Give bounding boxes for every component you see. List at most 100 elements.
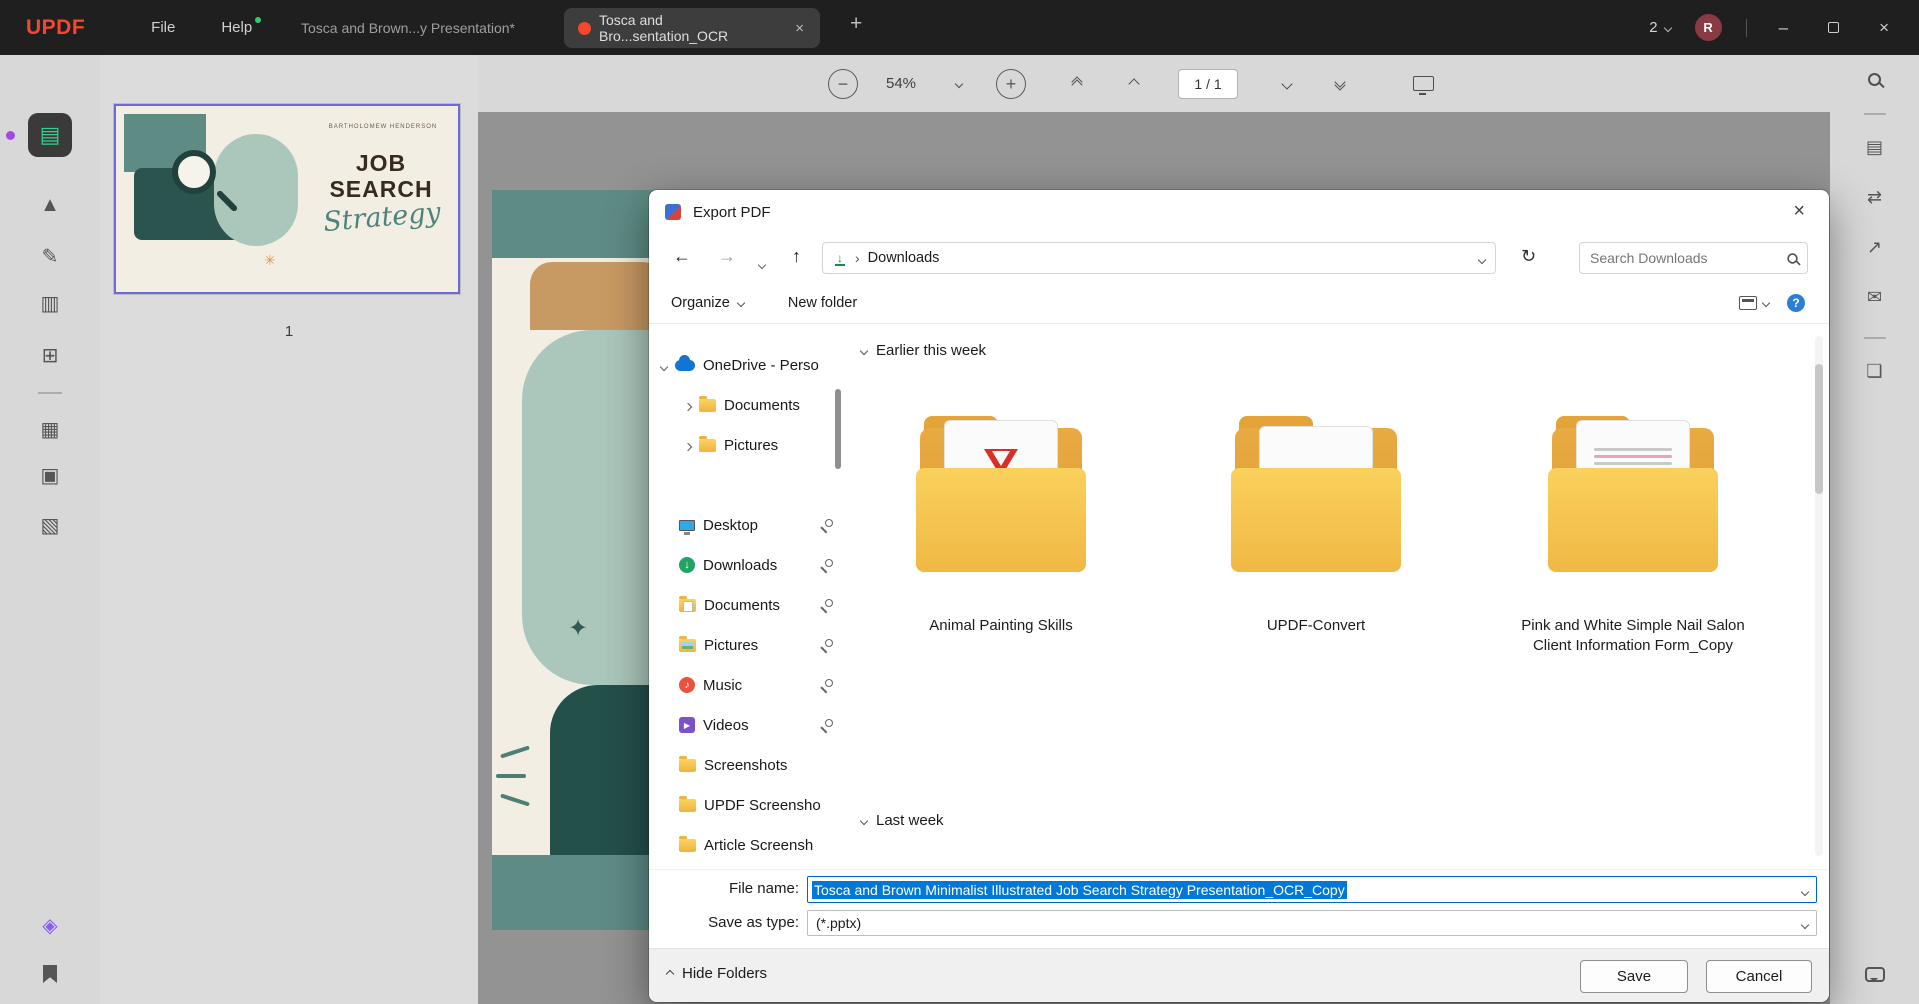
scrollbar-thumb[interactable] xyxy=(1815,364,1823,494)
pointer-tool[interactable]: ▲ xyxy=(0,194,100,217)
sidebar-item-downloads[interactable]: ↓ Downloads xyxy=(649,545,839,585)
first-page-button[interactable] xyxy=(1071,55,1083,112)
address-bar[interactable]: ↓ › Downloads xyxy=(822,242,1496,274)
previous-page-button[interactable] xyxy=(1128,55,1140,112)
selected-filename-text: Tosca and Brown Minimalist Illustrated J… xyxy=(812,880,1347,899)
sidebar-item-article-screenshots[interactable]: Article Screensh xyxy=(649,825,839,865)
page-edit-tool[interactable]: ▦ xyxy=(0,417,100,442)
mail-tool[interactable]: ✉ xyxy=(1830,287,1919,308)
new-tab-button[interactable]: + xyxy=(842,12,870,36)
tab-close-icon[interactable]: × xyxy=(793,20,806,37)
chevron-down-icon xyxy=(736,298,746,307)
folder-name: Animal Painting Skills xyxy=(929,617,1073,634)
monitor-icon xyxy=(1413,76,1434,95)
onedrive-icon xyxy=(675,354,695,371)
minimize-button[interactable]: – xyxy=(1771,18,1796,38)
folder-tile-animal-painting[interactable]: Animal Painting Skills xyxy=(861,408,1141,636)
last-page-button[interactable] xyxy=(1334,55,1346,112)
chevron-down-icon[interactable] xyxy=(659,357,669,374)
chevron-right-icon[interactable] xyxy=(683,397,693,414)
desktop-icon xyxy=(679,519,695,535)
close-button[interactable]: × xyxy=(1871,18,1897,38)
sidebar-item-documents[interactable]: Documents xyxy=(649,385,839,425)
chevron-right-icon[interactable] xyxy=(683,437,693,454)
page-indicator[interactable]: 1 / 1 xyxy=(1178,68,1238,99)
view-mode-button[interactable] xyxy=(1739,295,1771,310)
search-box[interactable] xyxy=(1579,242,1808,274)
organize-button[interactable]: Organize xyxy=(661,289,754,317)
recent-locations-dropdown[interactable] xyxy=(757,252,767,273)
tab-presentation-ocr[interactable]: Tosca and Bro...sentation_OCR × xyxy=(564,8,820,48)
up-button[interactable]: ↑ xyxy=(792,246,801,267)
bookmarks-tool[interactable] xyxy=(0,965,100,983)
search-tool[interactable] xyxy=(1830,73,1919,86)
ocr-tool[interactable]: ▤ xyxy=(1830,137,1919,158)
chevron-down-icon[interactable] xyxy=(1800,882,1810,898)
folder-tile-nail-salon-form[interactable]: Pink and White Simple Nail Salon Client … xyxy=(1493,408,1773,656)
sidebar-item-documents-quick[interactable]: Documents xyxy=(649,585,839,625)
dialog-close-button[interactable]: × xyxy=(1787,200,1811,223)
file-name-input[interactable]: Tosca and Brown Minimalist Illustrated J… xyxy=(807,876,1817,903)
annotate-tool[interactable]: ✎ xyxy=(0,244,100,269)
zoom-dropdown-icon[interactable] xyxy=(954,79,964,88)
layers-tool[interactable]: ◈ xyxy=(0,913,100,938)
share-tool[interactable]: ↗ xyxy=(1830,237,1919,258)
sidebar-item-desktop[interactable]: Desktop xyxy=(649,505,839,545)
maximize-button[interactable] xyxy=(1820,22,1847,33)
folder-tile-updf-convert[interactable]: UPDF-Convert xyxy=(1176,408,1456,636)
chevron-up-icon xyxy=(665,969,675,978)
group-header-lastweek[interactable]: Last week xyxy=(859,812,944,829)
breadcrumb-location[interactable]: Downloads xyxy=(868,250,940,266)
address-dropdown-icon[interactable] xyxy=(1477,250,1487,267)
file-list-scrollbar[interactable] xyxy=(1815,336,1823,856)
chevron-down-icon xyxy=(859,816,869,825)
hide-folders-button[interactable]: Hide Folders xyxy=(665,965,767,982)
sparkle-icon: ✳ xyxy=(264,252,276,268)
help-button[interactable]: ? xyxy=(1787,293,1805,312)
back-button[interactable]: ← xyxy=(673,246,691,267)
presentation-mode-button[interactable] xyxy=(1413,55,1434,112)
refresh-button[interactable]: ↻ xyxy=(1521,246,1536,267)
tab-presentation[interactable]: Tosca and Brown...y Presentation* xyxy=(286,8,530,48)
menu-help[interactable]: Help xyxy=(211,13,262,42)
watermark-tool[interactable]: ▧ xyxy=(0,513,100,538)
search-icon xyxy=(1868,73,1881,86)
reader-tool[interactable]: ▥ xyxy=(0,291,100,316)
print-tool[interactable]: ❏ xyxy=(1830,361,1919,382)
cancel-button[interactable]: Cancel xyxy=(1706,960,1812,993)
sidebar-scrollbar[interactable] xyxy=(835,389,841,469)
document-count-dropdown[interactable]: 2 xyxy=(1649,19,1672,36)
sidebar-item-pictures-quick[interactable]: Pictures xyxy=(649,625,839,665)
menu-file[interactable]: File xyxy=(141,13,185,42)
pin-icon xyxy=(820,518,833,532)
search-input[interactable] xyxy=(1588,249,1786,267)
convert-tool[interactable]: ⇄ xyxy=(1830,187,1919,208)
sidebar-item-onedrive[interactable]: OneDrive - Perso xyxy=(649,345,839,385)
crop-icon: ▣ xyxy=(40,465,60,487)
app-window: UPDF File Help Tosca and Brown...y Prese… xyxy=(0,0,1919,1004)
thumbnails-tool[interactable]: ▤ xyxy=(0,113,100,157)
sidebar-item-updf-screenshots[interactable]: UPDF Screensho xyxy=(649,785,839,825)
next-page-button[interactable] xyxy=(1281,55,1293,112)
sidebar-item-music[interactable]: ♪ Music xyxy=(649,665,839,705)
left-toolbar: ▤ ▲ ✎ ▥ ⊞ ▦ ▣ ▧ ◈ xyxy=(0,55,100,1004)
zoom-out-button[interactable]: − xyxy=(828,68,858,99)
group-header-earlier[interactable]: Earlier this week xyxy=(859,342,986,359)
sidebar-item-videos[interactable]: ▶ Videos xyxy=(649,705,839,745)
slide-subtitle: Strategy xyxy=(322,196,442,239)
avatar[interactable]: R xyxy=(1694,14,1722,41)
crop-tool[interactable]: ▣ xyxy=(0,463,100,488)
chevron-down-icon xyxy=(1761,298,1771,307)
organize-pages-tool[interactable]: ⊞ xyxy=(0,343,100,368)
save-button[interactable]: Save xyxy=(1580,960,1688,993)
page-thumbnail[interactable]: ✳ BARTHOLOMEW HENDERSON JOB SEARCH Strat… xyxy=(113,103,461,295)
sidebar-item-pictures[interactable]: Pictures xyxy=(649,425,839,465)
forward-button[interactable]: → xyxy=(718,246,736,267)
sidebar-item-screenshots[interactable]: Screenshots xyxy=(649,745,839,785)
save-as-type-select[interactable]: (*.pptx) xyxy=(807,910,1817,936)
slide-title: JOB SEARCH xyxy=(329,150,433,202)
folder-document-icon xyxy=(1538,408,1728,588)
new-folder-button[interactable]: New folder xyxy=(778,289,867,317)
feedback-tool[interactable] xyxy=(1830,967,1919,982)
zoom-in-button[interactable]: + xyxy=(996,68,1026,99)
